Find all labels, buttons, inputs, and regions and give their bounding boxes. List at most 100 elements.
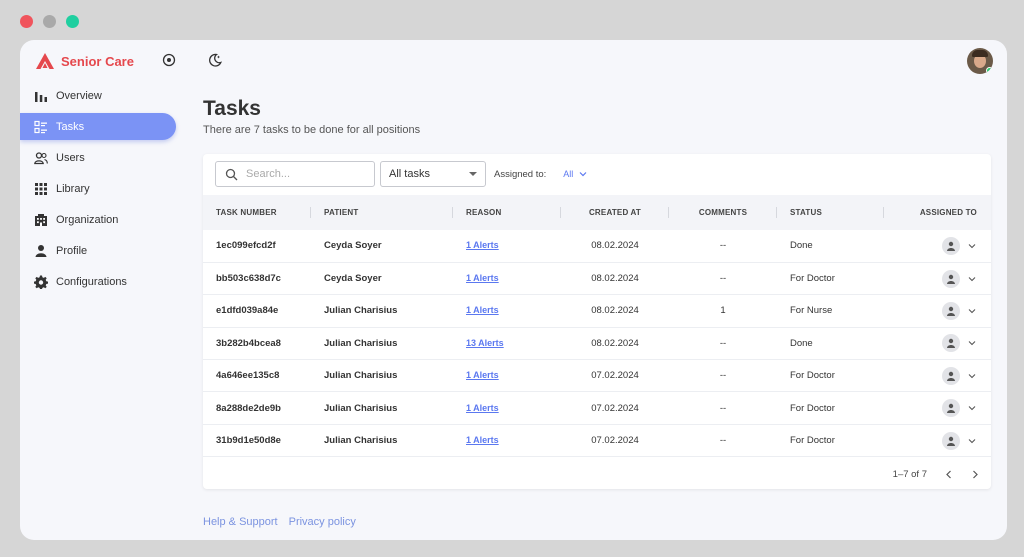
- task-number-cell: 1ec099efcd2f: [203, 230, 311, 263]
- task-list-icon: [34, 120, 47, 133]
- column-header-reason[interactable]: REASON: [453, 195, 561, 230]
- column-header-assigned-to[interactable]: ASSIGNED TO: [884, 195, 991, 230]
- sidebar-item-label: Configurations: [56, 275, 127, 288]
- comments-cell: --: [669, 359, 777, 393]
- alerts-link[interactable]: 1 Alerts: [466, 435, 499, 445]
- task-number-cell: 31b9d1e50d8e: [203, 424, 311, 458]
- table-toolbar: All tasks Assigned to: All: [215, 161, 587, 187]
- alerts-link[interactable]: 1 Alerts: [466, 370, 499, 380]
- assigned-to-label: Assigned to:: [494, 168, 547, 180]
- alerts-link[interactable]: 1 Alerts: [466, 305, 499, 315]
- comments-cell: --: [669, 327, 777, 361]
- assigned-to-value: All: [563, 169, 574, 179]
- sidebar: Senior Care Overview Tasks Users Library: [20, 40, 185, 540]
- patient-cell: Ceyda Soyer: [311, 230, 453, 263]
- person-icon: [947, 241, 955, 251]
- table-row[interactable]: 1ec099efcd2f Ceyda Soyer 1 Alerts 08.02.…: [203, 230, 991, 263]
- alerts-link[interactable]: 1 Alerts: [466, 403, 499, 413]
- assigned-to-cell: [884, 327, 991, 361]
- search-box[interactable]: [215, 161, 375, 187]
- assigned-to-dropdown[interactable]: All: [563, 169, 587, 179]
- sidebar-item-tasks[interactable]: Tasks: [20, 113, 176, 140]
- column-header-patient[interactable]: PATIENT: [311, 195, 453, 230]
- avatar-hair: [972, 50, 988, 57]
- assignee-avatar[interactable]: [942, 269, 960, 288]
- sidebar-item-users[interactable]: Users: [20, 144, 185, 171]
- column-header-status[interactable]: STATUS: [777, 195, 884, 230]
- close-window-button[interactable]: [20, 15, 33, 28]
- table-row[interactable]: 8a288de2de9b Julian Charisius 1 Alerts 0…: [203, 391, 991, 425]
- assigned-to-cell: [884, 262, 991, 296]
- task-filter-value: All tasks: [389, 168, 430, 180]
- privacy-policy-link[interactable]: Privacy policy: [289, 516, 356, 528]
- assigned-to-cell: [884, 359, 991, 393]
- person-icon: [947, 403, 955, 414]
- chevron-down-icon[interactable]: [968, 275, 976, 283]
- maximize-window-button[interactable]: [66, 15, 79, 28]
- chevron-down-icon[interactable]: [968, 339, 976, 347]
- person-icon: [947, 274, 955, 284]
- task-number-cell: 4a646ee135c8: [203, 359, 311, 393]
- status-cell: For Nurse: [777, 294, 884, 328]
- table-row[interactable]: e1dfd039a84e Julian Charisius 1 Alerts 0…: [203, 294, 991, 328]
- assignee-avatar[interactable]: [942, 236, 960, 255]
- chevron-down-icon[interactable]: [968, 307, 976, 315]
- sidebar-item-overview[interactable]: Overview: [20, 82, 185, 109]
- column-header-comments[interactable]: COMMENTS: [669, 195, 777, 230]
- sidebar-item-organization[interactable]: Organization: [20, 206, 185, 233]
- chevron-right-icon[interactable]: [971, 470, 979, 479]
- chevron-down-icon[interactable]: [968, 437, 976, 445]
- assignee-avatar[interactable]: [942, 334, 960, 353]
- table-row[interactable]: 3b282b4bcea8 Julian Charisius 13 Alerts …: [203, 327, 991, 361]
- sidebar-item-configurations[interactable]: Configurations: [20, 268, 185, 295]
- chevron-left-icon[interactable]: [945, 470, 953, 479]
- status-cell: Done: [777, 230, 884, 263]
- assignee-avatar[interactable]: [942, 399, 960, 418]
- window-controls: [20, 15, 79, 28]
- sidebar-item-library[interactable]: Library: [20, 175, 185, 202]
- chevron-down-icon[interactable]: [968, 242, 976, 250]
- assignee-avatar[interactable]: [942, 366, 960, 385]
- created-at-cell: 08.02.2024: [561, 230, 669, 263]
- column-header-created-at[interactable]: CREATED AT: [561, 195, 669, 230]
- task-number-cell: 8a288de2de9b: [203, 391, 311, 425]
- table-row[interactable]: 31b9d1e50d8e Julian Charisius 1 Alerts 0…: [203, 424, 991, 458]
- status-cell: Done: [777, 327, 884, 361]
- alerts-link[interactable]: 1 Alerts: [466, 240, 499, 250]
- sidebar-item-label: Organization: [56, 213, 119, 226]
- task-number-cell: bb503c638d7c: [203, 262, 311, 296]
- patient-cell: Julian Charisius: [311, 327, 453, 361]
- assigned-to-cell: [884, 391, 991, 425]
- avatar[interactable]: [967, 48, 993, 74]
- assignee-avatar[interactable]: [942, 431, 960, 450]
- gear-icon: [34, 275, 48, 289]
- search-input[interactable]: [246, 168, 356, 180]
- chevron-down-icon[interactable]: [968, 372, 976, 380]
- record-icon[interactable]: [162, 53, 176, 67]
- person-icon: [947, 306, 955, 316]
- alerts-link[interactable]: 1 Alerts: [466, 273, 499, 283]
- task-filter-select[interactable]: All tasks: [380, 161, 486, 187]
- reason-cell: 1 Alerts: [453, 424, 561, 458]
- minimize-window-button[interactable]: [43, 15, 56, 28]
- help-support-link[interactable]: Help & Support: [203, 516, 278, 528]
- assignee-avatar[interactable]: [942, 301, 960, 320]
- status-cell: For Doctor: [777, 424, 884, 458]
- table-row[interactable]: bb503c638d7c Ceyda Soyer 1 Alerts 08.02.…: [203, 262, 991, 296]
- building-icon: [35, 213, 47, 226]
- assigned-to-cell: [884, 424, 991, 458]
- bar-chart-icon: [35, 91, 47, 102]
- table-row[interactable]: 4a646ee135c8 Julian Charisius 1 Alerts 0…: [203, 359, 991, 393]
- sidebar-item-profile[interactable]: Profile: [20, 237, 185, 264]
- task-number-cell: e1dfd039a84e: [203, 294, 311, 328]
- column-header-task-number[interactable]: TASK NUMBER: [203, 195, 311, 230]
- comments-cell: --: [669, 230, 777, 263]
- moon-icon[interactable]: [208, 53, 222, 67]
- brand[interactable]: Senior Care: [35, 52, 134, 70]
- alerts-link[interactable]: 13 Alerts: [466, 338, 504, 348]
- footer-links: Help & Support Privacy policy: [203, 516, 356, 528]
- pagination: 1–7 of 7: [893, 469, 979, 480]
- status-cell: For Doctor: [777, 391, 884, 425]
- status-cell: For Doctor: [777, 262, 884, 296]
- chevron-down-icon[interactable]: [968, 404, 976, 412]
